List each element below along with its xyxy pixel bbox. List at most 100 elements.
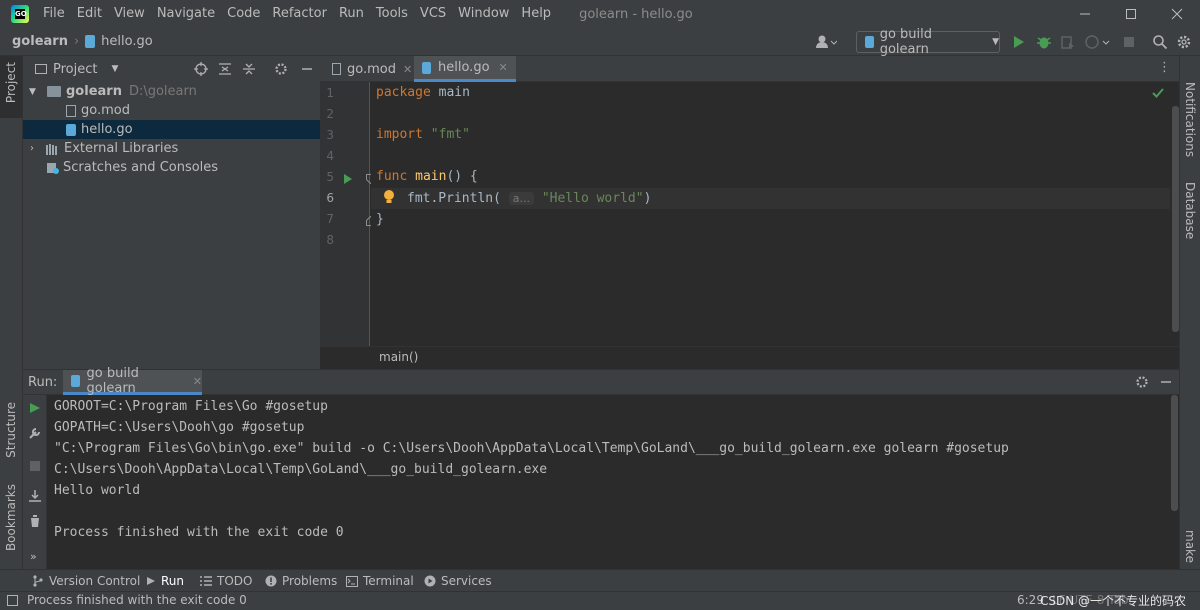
run-gutter-icon[interactable] xyxy=(343,173,353,185)
run-tab-label: go build golearn xyxy=(86,366,139,396)
console-line: Process finished with the exit code 0 xyxy=(54,525,344,540)
profile-button[interactable] xyxy=(1084,34,1110,50)
project-view-select[interactable]: Project xyxy=(53,62,97,77)
tab-label: go.mod xyxy=(347,61,396,77)
tree-item-scratches[interactable]: Scratches and Consoles xyxy=(23,158,320,177)
tab-go-mod[interactable]: go.mod ✕ xyxy=(324,56,420,82)
settings-button[interactable] xyxy=(1176,34,1192,50)
tree-item-label: go.mod xyxy=(81,103,130,118)
gear-icon[interactable] xyxy=(274,62,288,76)
wrench-icon[interactable] xyxy=(28,426,42,440)
run-configuration-label: go build golearn xyxy=(879,27,933,57)
menu-edit[interactable]: Edit xyxy=(71,0,108,28)
tree-item-external-libraries[interactable]: › External Libraries xyxy=(23,139,320,158)
tree-item-golearn[interactable]: ▼ golearn D:\golearn xyxy=(23,82,320,101)
code-line-7: } xyxy=(376,212,384,227)
more-actions-icon[interactable]: » xyxy=(30,550,37,563)
run-icon xyxy=(146,576,156,586)
profile-icon xyxy=(1085,35,1110,49)
tool-version-control[interactable]: Version Control xyxy=(32,570,140,592)
run-toolbar: » xyxy=(23,395,47,569)
tool-label: Problems xyxy=(282,574,338,588)
breadcrumb-main[interactable]: main() xyxy=(379,350,418,364)
close-icon[interactable]: ✕ xyxy=(193,375,202,388)
search-button[interactable] xyxy=(1152,34,1168,50)
tab-label: hello.go xyxy=(438,60,490,75)
run-tab[interactable]: go build golearn ✕ xyxy=(63,366,202,396)
close-icon[interactable]: ✕ xyxy=(499,61,508,74)
user-icon[interactable] xyxy=(815,34,837,50)
menu-window[interactable]: Window xyxy=(452,0,515,28)
collapse-all-icon[interactable] xyxy=(242,62,256,76)
menu-refactor[interactable]: Refactor xyxy=(266,0,333,28)
structure-tool-button[interactable]: Structure xyxy=(4,402,18,458)
file-icon xyxy=(332,63,341,75)
notifications-tool-button[interactable]: Notifications xyxy=(1183,82,1197,157)
rerun-icon[interactable] xyxy=(29,402,41,414)
tree-item-go-mod[interactable]: go.mod xyxy=(23,101,320,120)
tree-item-label: hello.go xyxy=(81,122,133,137)
search-icon xyxy=(1153,35,1168,50)
close-button[interactable] xyxy=(1154,0,1200,28)
menu-code[interactable]: Code xyxy=(221,0,266,28)
run-configuration-select[interactable]: go build golearn ▼ xyxy=(856,27,1000,57)
tab-hello-go[interactable]: hello.go ✕ xyxy=(414,56,516,82)
menu-tools[interactable]: Tools xyxy=(370,0,414,28)
branch-icon xyxy=(32,575,44,587)
tool-services[interactable]: Services xyxy=(424,570,492,592)
hide-panel-icon[interactable] xyxy=(300,62,314,76)
chevron-down-icon[interactable]: ▼ xyxy=(111,64,118,74)
run-button[interactable] xyxy=(1012,35,1026,49)
editor-scrollbar[interactable] xyxy=(1172,106,1179,332)
stop-button[interactable] xyxy=(1123,36,1135,48)
line-number: 5 xyxy=(326,170,334,184)
menu-help[interactable]: Help xyxy=(515,0,557,28)
maximize-button[interactable] xyxy=(1108,0,1154,28)
project-panel: Project ▼ ▼ golearn D:\golearn go.mod he… xyxy=(23,56,320,369)
trash-icon[interactable] xyxy=(28,514,42,528)
console-scrollbar[interactable] xyxy=(1171,395,1178,511)
line-number: 4 xyxy=(326,149,334,163)
more-tabs-icon[interactable]: ⋮ xyxy=(1158,60,1171,75)
tool-todo[interactable]: TODO xyxy=(200,570,252,592)
tool-terminal[interactable]: Terminal xyxy=(346,570,414,592)
code-line-6: fmt.Println( a... "Hello world") xyxy=(407,191,652,206)
coverage-button[interactable] xyxy=(1060,34,1076,50)
stop-icon[interactable] xyxy=(29,460,41,472)
bookmarks-tool-button[interactable]: Bookmarks xyxy=(4,484,18,551)
project-tool-button[interactable]: Project xyxy=(0,56,22,118)
code-line-1: package main xyxy=(376,85,470,100)
toggle-tool-windows-icon[interactable] xyxy=(7,595,18,606)
goland-logo-icon[interactable]: GO xyxy=(11,5,29,23)
menu-file[interactable]: File xyxy=(37,0,71,28)
menu-view[interactable]: View xyxy=(108,0,151,28)
debug-button[interactable] xyxy=(1036,34,1052,50)
close-icon[interactable]: ✕ xyxy=(403,63,412,76)
locate-icon[interactable] xyxy=(194,62,208,76)
tool-problems[interactable]: Problems xyxy=(265,570,337,592)
minimize-button[interactable] xyxy=(1062,0,1108,28)
code-editor[interactable]: package main import "fmt" func main() { … xyxy=(371,82,1179,346)
tool-run[interactable]: Run xyxy=(146,570,184,592)
inspection-ok-icon[interactable] xyxy=(1152,88,1164,98)
hide-panel-icon[interactable] xyxy=(1159,375,1173,389)
lightbulb-icon[interactable] xyxy=(383,189,395,205)
expand-all-icon[interactable] xyxy=(218,62,232,76)
scroll-to-end-icon[interactable] xyxy=(28,489,42,503)
menu-vcs[interactable]: VCS xyxy=(414,0,452,28)
make-tool-button[interactable]: make xyxy=(1183,530,1197,563)
nav-project[interactable]: golearn xyxy=(12,34,68,49)
gear-icon[interactable] xyxy=(1135,375,1149,389)
right-tool-stripe: Notifications Database make xyxy=(1179,56,1200,590)
gear-icon xyxy=(1177,35,1191,49)
nav-file[interactable]: hello.go xyxy=(101,34,153,49)
chevron-right-icon[interactable]: › xyxy=(30,143,40,154)
code-line-5: func main() { xyxy=(376,169,478,184)
chevron-down-icon[interactable]: ▼ xyxy=(29,87,39,97)
run-console[interactable]: GOROOT=C:\Program Files\Go #gosetup GOPA… xyxy=(47,395,1178,569)
tree-item-hello-go[interactable]: hello.go xyxy=(23,120,320,139)
status-message[interactable]: Process finished with the exit code 0 xyxy=(27,593,247,607)
database-tool-button[interactable]: Database xyxy=(1183,182,1197,239)
menu-run[interactable]: Run xyxy=(333,0,370,28)
menu-navigate[interactable]: Navigate xyxy=(151,0,221,28)
